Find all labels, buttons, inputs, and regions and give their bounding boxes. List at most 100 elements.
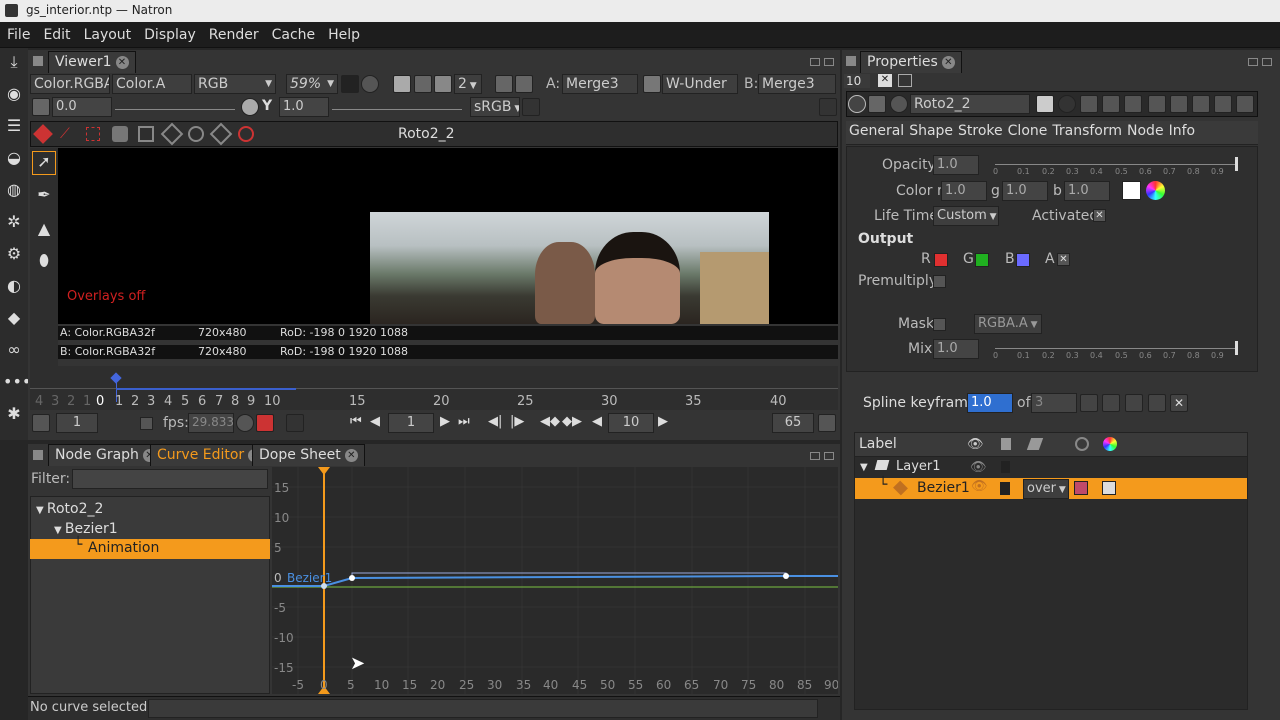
last-frame-icon[interactable]: ⏭	[458, 414, 470, 429]
layer-lock-icon[interactable]	[1001, 461, 1010, 473]
proxy-icon[interactable]	[434, 75, 452, 93]
read-tool-icon[interactable]: ⤓	[3, 52, 25, 74]
activated-checkbox[interactable]: ✕	[1093, 209, 1106, 222]
bezier-row[interactable]: └ Bezier1 👁 over ▼	[855, 477, 1247, 499]
overlay-color-icon[interactable]	[1058, 95, 1076, 113]
opacity-slider-handle[interactable]	[1235, 157, 1238, 171]
lifetime-select[interactable]: Custom ▼	[933, 206, 999, 226]
keyframe-point[interactable]	[349, 575, 355, 581]
bezier-tool-icon[interactable]: ▲	[32, 219, 56, 243]
maximize-pane-icon[interactable]	[824, 58, 834, 66]
feather-icon[interactable]: ⟋	[60, 126, 76, 142]
keyframe-point[interactable]	[783, 573, 789, 579]
gamma-slider[interactable]	[332, 109, 462, 110]
color-tool-icon[interactable]: ◍	[3, 180, 25, 202]
keyer-tool-icon[interactable]: ⚙	[3, 244, 25, 266]
playback-lock-icon[interactable]	[286, 414, 304, 432]
image-tool-icon[interactable]: ◉	[3, 84, 25, 106]
node-color-icon[interactable]	[1036, 95, 1054, 113]
mix-field[interactable]: 1.0	[933, 339, 979, 359]
gamma-field[interactable]: 1.0	[279, 97, 329, 117]
brush-tool-icon[interactable]: ⬮	[32, 251, 56, 275]
proxy-level-select[interactable]: 2 ▼	[454, 74, 482, 94]
set-in-point-icon[interactable]	[32, 414, 50, 432]
tree-item-bezier[interactable]: ▼ Bezier1	[54, 521, 118, 537]
restore-defaults-icon[interactable]	[1124, 95, 1142, 113]
roi-icon[interactable]	[414, 75, 432, 93]
next-keyframe-icon[interactable]	[1102, 394, 1120, 412]
hide-unmodified-icon[interactable]	[1170, 95, 1188, 113]
float-pane-icon[interactable]	[1248, 58, 1258, 66]
frame-increment-field[interactable]: 10	[608, 413, 654, 433]
color-b-field[interactable]: 1.0	[1064, 181, 1110, 201]
minimize-panels-icon[interactable]	[898, 74, 912, 87]
bezier-color-swatch[interactable]	[1102, 481, 1116, 495]
mix-slider[interactable]	[995, 348, 1237, 349]
blend-mode-select[interactable]: over ▼	[1023, 479, 1069, 499]
clip-to-project-icon[interactable]	[393, 75, 411, 93]
tab-dope-sheet[interactable]: Dope Sheet ✕	[252, 444, 365, 466]
remove-keyframe-icon[interactable]	[1148, 394, 1166, 412]
filter-tool-icon[interactable]: ✲	[3, 212, 25, 234]
next-frame-icon[interactable]: |▶	[510, 414, 524, 429]
fps-menu-icon[interactable]	[236, 414, 254, 432]
display-channels-select[interactable]: RGB ▼	[194, 74, 276, 94]
select-points-icon[interactable]	[86, 127, 100, 141]
end-frame-field[interactable]: 65	[772, 413, 814, 433]
input-b-select[interactable]: Merge3	[758, 74, 836, 94]
rewind-increment-icon[interactable]: ◀	[592, 414, 602, 429]
merge-tool-icon[interactable]: ◒	[3, 148, 25, 170]
bezier-overlay-color[interactable]	[1074, 481, 1088, 495]
pane-menu-icon[interactable]	[33, 450, 43, 460]
color-r-field[interactable]: 1.0	[941, 181, 987, 201]
tab-shape[interactable]: Shape	[909, 121, 953, 139]
colorspace-select[interactable]: sRGB ▼	[470, 97, 520, 117]
pick-color-icon[interactable]	[819, 98, 837, 116]
transform-tool-icon[interactable]: ◐	[3, 276, 25, 298]
plugin-tool-icon[interactable]: ✱	[3, 404, 25, 426]
output-g-checkbox[interactable]	[975, 253, 989, 267]
current-frame-field[interactable]: 1	[388, 413, 434, 433]
clear-panels-icon[interactable]: ✕	[878, 74, 892, 87]
color-g-field[interactable]: 1.0	[1002, 181, 1048, 201]
help-icon[interactable]	[1148, 95, 1166, 113]
sticky-selection-icon[interactable]	[238, 126, 254, 142]
minimize-panel-icon[interactable]	[1192, 95, 1210, 113]
set-out-point-icon[interactable]	[818, 414, 836, 432]
float-pane-icon[interactable]	[810, 452, 820, 460]
bezier-animation-curve[interactable]	[272, 575, 838, 587]
pane-menu-icon[interactable]	[33, 56, 43, 66]
float-pane-icon[interactable]	[810, 58, 820, 66]
bezier-visibility-icon[interactable]: 👁	[971, 479, 988, 494]
redo-icon[interactable]	[1102, 95, 1120, 113]
undo-icon[interactable]	[1080, 95, 1098, 113]
previous-keyframe-icon[interactable]	[1080, 394, 1098, 412]
float-panel-icon[interactable]	[1214, 95, 1232, 113]
expression-field[interactable]	[148, 699, 818, 718]
tab-node[interactable]: Node	[1127, 121, 1164, 139]
menu-layout[interactable]: Layout	[77, 22, 138, 43]
settings-icon[interactable]	[868, 95, 886, 113]
composite-select[interactable]: W-Under	[662, 74, 738, 94]
views-tool-icon[interactable]: ∞	[3, 340, 25, 362]
output-r-checkbox[interactable]	[934, 253, 948, 267]
close-panel-icon[interactable]	[1236, 95, 1254, 113]
color-swatch[interactable]	[1122, 181, 1141, 200]
gain-field[interactable]: 0.0	[52, 97, 112, 117]
output-a-checkbox[interactable]: ✕	[1057, 253, 1070, 266]
curve-graph[interactable]: 15 10 5 0 -5 -10 -15 Bezier1 -5 0 5 10 1…	[272, 467, 838, 694]
maximize-pane-icon[interactable]	[1262, 58, 1272, 66]
mix-slider-handle[interactable]	[1235, 341, 1238, 355]
color-wheel-icon[interactable]	[1146, 181, 1165, 200]
zoom-select[interactable]: 59% ▼	[286, 74, 338, 94]
layer-select[interactable]: Color.RGBA	[30, 74, 110, 94]
premultiply-checkbox[interactable]	[933, 275, 946, 288]
lock-icon[interactable]	[341, 75, 359, 93]
menu-render[interactable]: Render	[202, 22, 265, 43]
tab-info[interactable]: Info	[1169, 121, 1196, 139]
tab-properties[interactable]: Properties ✕	[860, 51, 962, 73]
next-keyframe-icon[interactable]: ◆▶	[562, 414, 582, 429]
fps-field[interactable]: 29.833	[188, 413, 234, 433]
bezier-lock-icon[interactable]	[1000, 482, 1010, 495]
previous-frame-icon[interactable]: ◀|	[488, 414, 502, 429]
